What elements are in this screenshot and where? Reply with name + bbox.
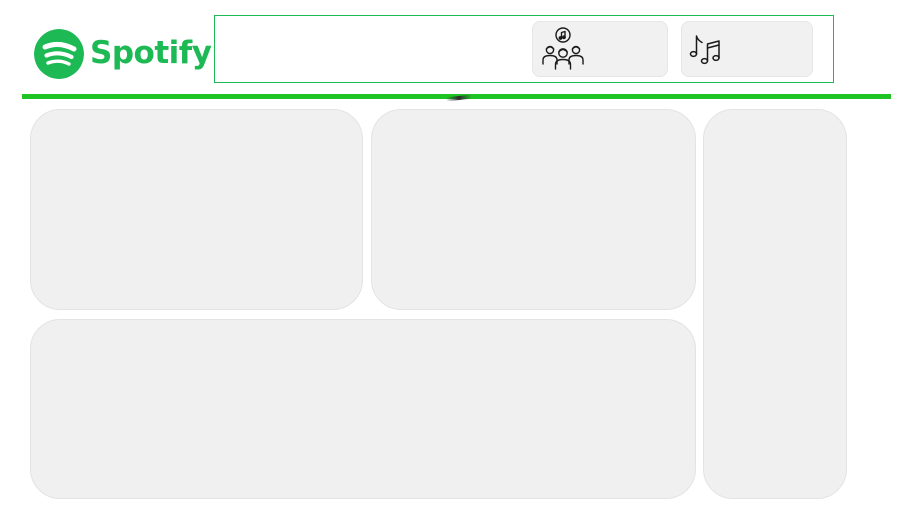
music-notes-button[interactable] <box>681 21 813 77</box>
top-middle-panel <box>371 109 696 310</box>
spotify-icon <box>34 29 84 79</box>
brand-name: Spotify <box>90 34 212 71</box>
app-page: Spotify <box>0 0 903 507</box>
bottom-wide-panel <box>30 319 696 499</box>
top-left-panel <box>30 109 363 310</box>
group-listening-icon <box>540 26 586 72</box>
right-sidebar-panel <box>703 109 847 499</box>
spotify-logo[interactable]: Spotify <box>34 28 212 80</box>
group-listening-button[interactable] <box>532 21 668 77</box>
music-notes-icon <box>688 30 726 68</box>
header-toolbar <box>214 15 834 83</box>
